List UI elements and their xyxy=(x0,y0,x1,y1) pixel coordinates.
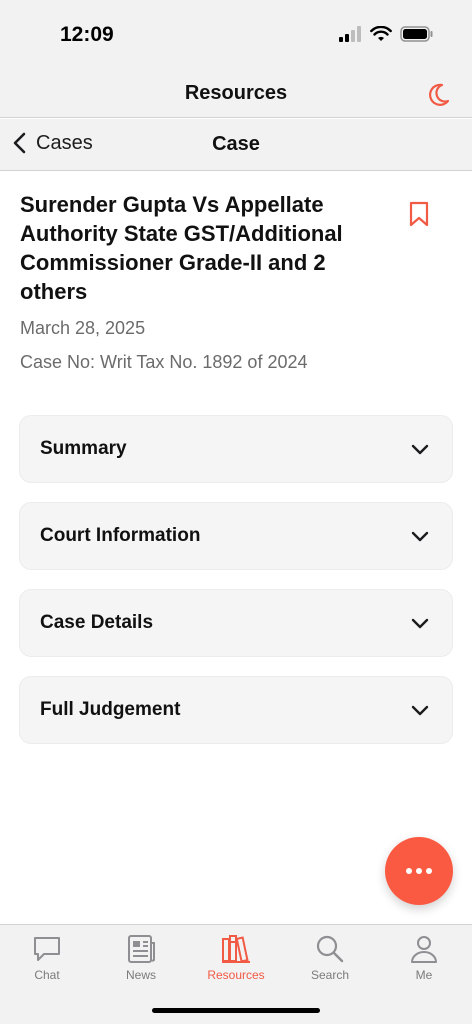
tab-search[interactable]: Search xyxy=(285,933,375,985)
section-full-judgement[interactable]: Full Judgement xyxy=(19,676,453,744)
case-date: March 28, 2025 xyxy=(20,318,146,338)
tab-label: Chat xyxy=(34,968,60,982)
case-title: Surender Gupta Vs Appellate Authority St… xyxy=(20,192,343,304)
wifi-icon xyxy=(370,26,392,41)
more-dots-icon xyxy=(406,868,432,874)
battery-icon xyxy=(400,26,433,42)
back-button[interactable]: Cases xyxy=(12,131,93,155)
tab-label: Me xyxy=(415,968,433,982)
news-icon xyxy=(128,935,155,963)
search-icon xyxy=(316,935,344,963)
chat-icon xyxy=(34,937,60,961)
status-icons xyxy=(338,26,434,42)
tab-chat[interactable]: Chat xyxy=(2,933,92,985)
tab-me[interactable]: Me xyxy=(379,933,469,985)
navigation-bar: Cases Case xyxy=(0,119,472,171)
chevron-down-icon xyxy=(411,705,429,716)
signal-icon xyxy=(339,26,361,42)
chevron-down-icon xyxy=(411,444,429,455)
header-title: Resources xyxy=(184,82,288,104)
chevron-down-icon xyxy=(411,531,429,542)
books-icon xyxy=(222,935,250,963)
case-number: Case No: Writ Tax No. 1892 of 2024 xyxy=(20,352,308,372)
back-label: Cases xyxy=(36,131,93,154)
section-case-details[interactable]: Case Details xyxy=(19,589,453,657)
section-label: Summary xyxy=(40,438,127,459)
section-label: Case Details xyxy=(40,612,154,633)
chevron-down-icon xyxy=(411,618,429,629)
status-time: 12:09 xyxy=(60,23,114,46)
tab-resources[interactable]: Resources xyxy=(191,933,281,985)
tab-news[interactable]: News xyxy=(96,933,186,985)
more-actions-button[interactable] xyxy=(385,837,453,905)
dark-mode-moon-icon[interactable] xyxy=(424,81,452,109)
section-label: Full Judgement xyxy=(40,699,181,720)
person-icon xyxy=(411,936,437,963)
section-label: Court Information xyxy=(40,525,201,546)
status-bar: 12:09 xyxy=(0,0,472,70)
tab-label: News xyxy=(125,968,156,982)
app-header: Resources xyxy=(0,70,472,118)
chevron-left-icon xyxy=(13,132,26,154)
home-indicator xyxy=(152,1008,320,1013)
section-court-information[interactable]: Court Information xyxy=(19,502,453,570)
bookmark-icon[interactable] xyxy=(406,200,432,228)
tab-label: Search xyxy=(310,968,350,982)
tab-label: Resources xyxy=(207,968,265,982)
section-summary[interactable]: Summary xyxy=(19,415,453,483)
